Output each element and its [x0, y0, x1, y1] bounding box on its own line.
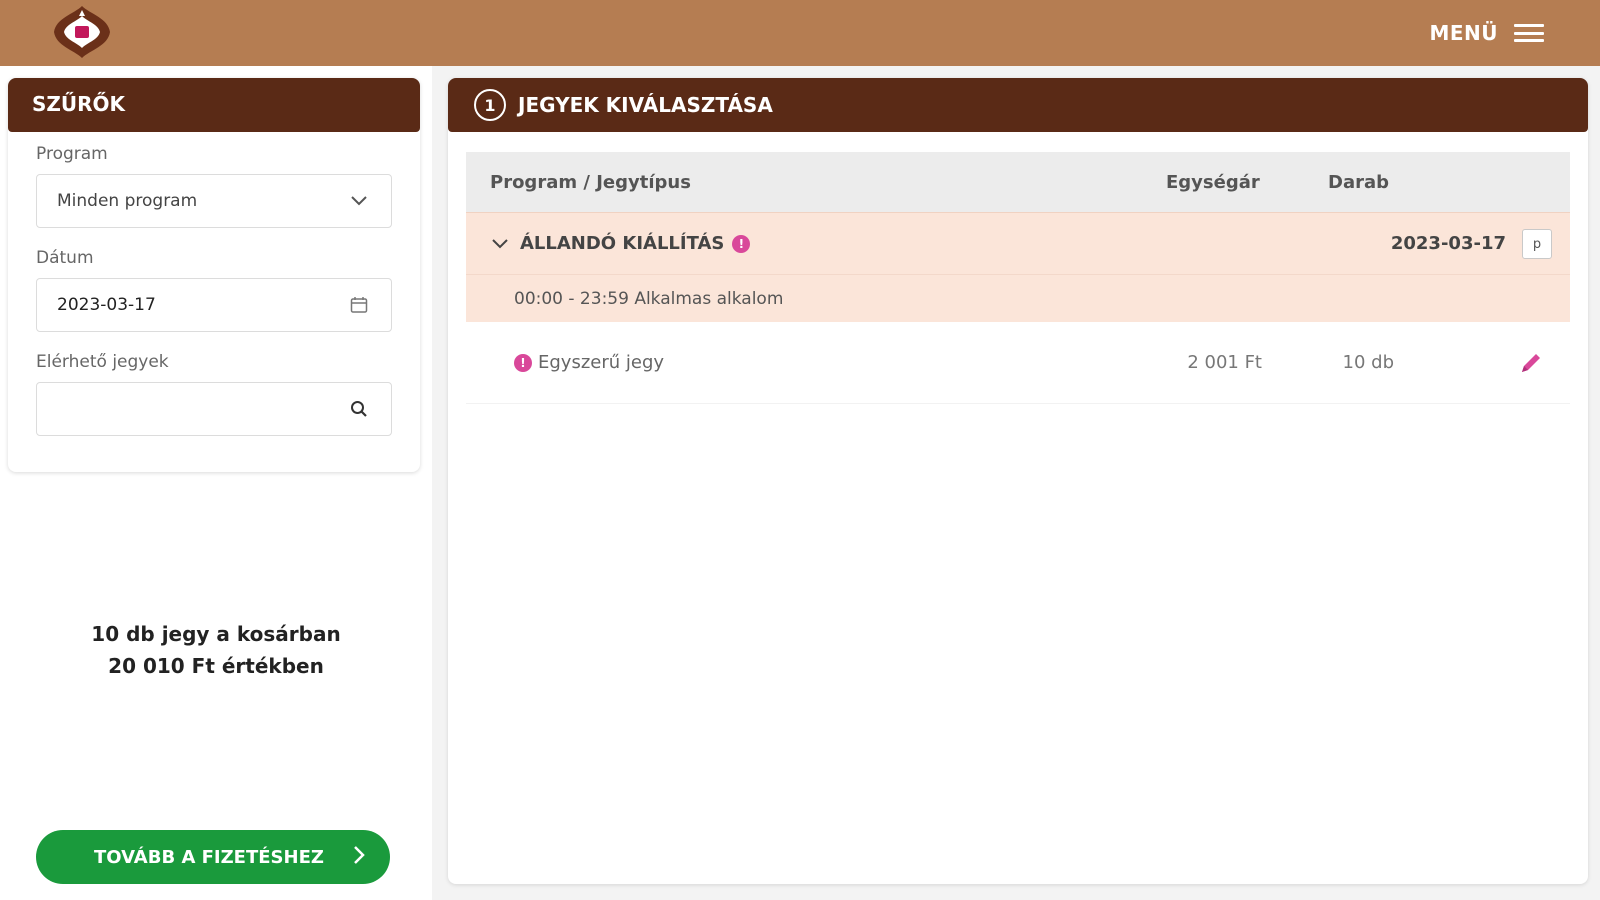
cart-total: 20 010 Ft értékben: [108, 654, 324, 678]
date-input[interactable]: 2023-03-17: [36, 278, 392, 332]
info-icon[interactable]: !: [514, 353, 532, 372]
theatre-logo-icon[interactable]: [50, 4, 114, 60]
program-select-value: Minden program: [57, 191, 198, 211]
program-name: ÁLLANDÓ KIÁLLÍTÁS: [520, 233, 725, 254]
pencil-icon[interactable]: [1518, 350, 1544, 376]
info-icon[interactable]: !: [732, 234, 751, 253]
ticket-unit-price: 2 001 Ft: [1187, 352, 1262, 373]
search-icon[interactable]: [347, 397, 371, 421]
column-unit-price: Egységár: [1166, 171, 1260, 193]
time-slot-row: 00:00 - 23:59 Alkalmas alkalom: [466, 274, 1570, 322]
program-group-row[interactable]: ÁLLANDÓ KIÁLLÍTÁS ! 2023-03-17 p: [466, 212, 1570, 274]
program-label: Program: [36, 144, 108, 164]
ticket-selection-panel: 1 JEGYEK KIVÁLASZTÁSA Program / Jegytípu…: [448, 78, 1588, 884]
chevron-right-icon: [352, 845, 366, 870]
available-tickets-label: Elérhető jegyek: [36, 352, 169, 372]
proceed-to-payment-button[interactable]: TOVÁBB A FIZETÉSHEZ: [36, 830, 390, 884]
ticket-type-label: Egyszerű jegy: [538, 352, 665, 373]
ticket-table: Program / Jegytípus Egységár Darab ÁLLAN…: [466, 152, 1570, 404]
chevron-down-icon: [347, 189, 371, 213]
table-header: Program / Jegytípus Egységár Darab: [466, 152, 1570, 212]
menu-button[interactable]: MENÜ: [1429, 16, 1544, 50]
sidebar: SZŰRŐK Program Minden program Dátum 2023…: [0, 66, 432, 900]
top-bar: MENÜ: [0, 0, 1600, 66]
ticket-quantity: 10 db: [1342, 352, 1394, 373]
ticket-type-name: ! Egyszerű jegy: [514, 352, 664, 373]
filter-panel-title: SZŰRŐK: [8, 78, 420, 132]
ticket-search-input[interactable]: [36, 382, 392, 436]
table-row: ! Egyszerű jegy 2 001 Ft 10 db: [466, 322, 1570, 404]
program-group-title: ÁLLANDÓ KIÁLLÍTÁS !: [520, 233, 751, 254]
program-date: 2023-03-17: [1390, 233, 1506, 254]
filter-panel: SZŰRŐK Program Minden program Dátum 2023…: [8, 78, 420, 472]
program-action-button[interactable]: p: [1522, 229, 1552, 259]
date-input-value: 2023-03-17: [57, 295, 156, 315]
column-quantity: Darab: [1328, 171, 1389, 193]
step-number: 1: [474, 89, 506, 121]
menu-label: MENÜ: [1429, 21, 1498, 45]
chevron-down-icon[interactable]: [488, 231, 512, 255]
ticket-selection-header: 1 JEGYEK KIVÁLASZTÁSA: [448, 78, 1588, 132]
proceed-to-payment-label: TOVÁBB A FIZETÉSHEZ: [94, 846, 324, 868]
cart-count: 10 db jegy a kosárban: [91, 622, 341, 646]
date-label: Dátum: [36, 248, 94, 268]
calendar-icon[interactable]: [347, 293, 371, 317]
program-select[interactable]: Minden program: [36, 174, 392, 228]
column-program: Program / Jegytípus: [490, 171, 691, 193]
hamburger-icon: [1514, 24, 1544, 42]
cart-summary: 10 db jegy a kosárban 20 010 Ft értékben: [0, 618, 432, 682]
ticket-selection-title: JEGYEK KIVÁLASZTÁSA: [518, 93, 773, 117]
